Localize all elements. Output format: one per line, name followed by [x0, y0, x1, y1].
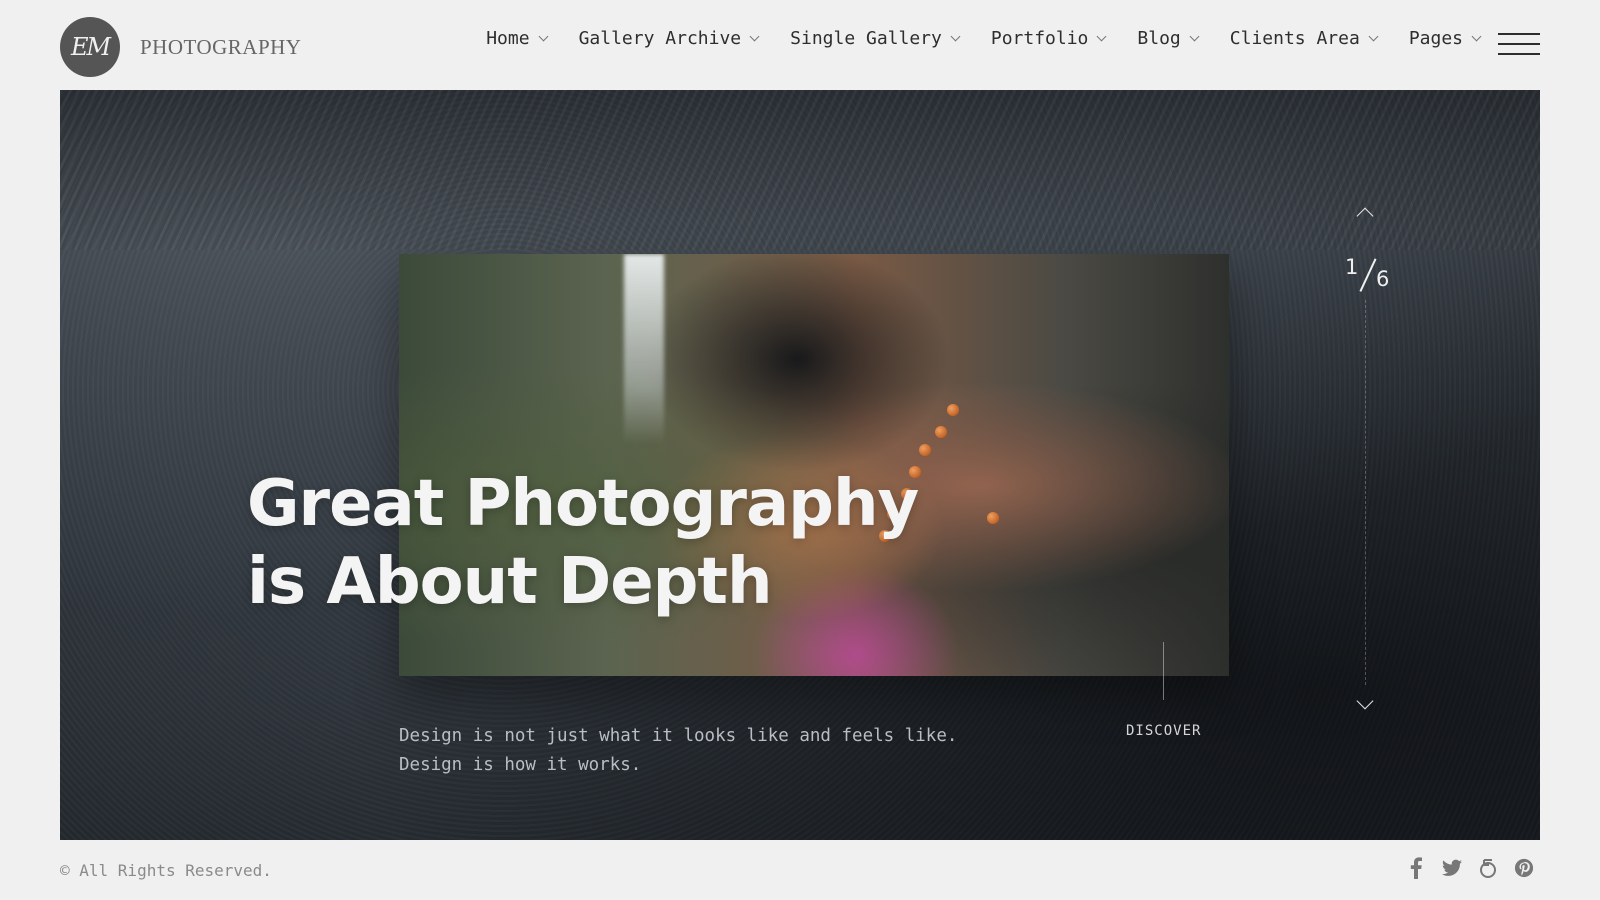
nav-item-clients-area[interactable]: Clients Area — [1229, 28, 1379, 49]
nav-label: Gallery Archive — [578, 28, 742, 49]
headline-line-2: is About Depth — [247, 545, 773, 619]
hero-headline: Great Photography is About Depth — [247, 465, 919, 621]
chevron-down-icon — [1189, 31, 1200, 42]
nav-item-gallery-archive[interactable]: Gallery Archive — [578, 28, 760, 49]
hero-background-texture — [60, 90, 1540, 250]
hero-tagline: Design is not just what it looks like an… — [399, 722, 957, 780]
chevron-down-icon[interactable] — [1356, 692, 1374, 710]
site-header: EM PHOTOGRAPHY Home Gallery Archive Sing… — [0, 0, 1600, 90]
nav-item-pages[interactable]: Pages — [1408, 28, 1482, 49]
pinterest-icon[interactable] — [1514, 857, 1534, 879]
footer-copyright: © All Rights Reserved. — [60, 861, 272, 880]
tagline-line-1: Design is not just what it looks like an… — [399, 726, 958, 746]
nav-label: Pages — [1408, 28, 1463, 49]
discover-divider — [1163, 642, 1164, 700]
hero-slider: Great Photography is About Depth Design … — [60, 90, 1540, 840]
nav-label: Single Gallery — [790, 28, 942, 49]
nav-label: Home — [486, 28, 530, 49]
chevron-down-icon — [538, 31, 549, 42]
nav-item-portfolio[interactable]: Portfolio — [990, 28, 1107, 49]
tagline-line-2: Design is how it works. — [399, 755, 642, 775]
discover-link[interactable]: DISCOVER — [1126, 723, 1201, 739]
logo-text: PHOTOGRAPHY — [140, 34, 302, 59]
waterfall-shape — [624, 254, 664, 444]
counter-slash — [1359, 258, 1377, 292]
chevron-down-icon — [1368, 31, 1379, 42]
nav-item-home[interactable]: Home — [486, 28, 549, 49]
slide-total: 6 — [1376, 267, 1390, 291]
facebook-icon[interactable] — [1406, 857, 1426, 879]
chevron-down-icon — [1471, 31, 1482, 42]
slide-counter: 1 6 — [1343, 253, 1393, 293]
slide-current: 1 — [1345, 255, 1359, 279]
nav-label: Blog — [1137, 28, 1181, 49]
hamburger-menu-icon[interactable] — [1498, 33, 1540, 57]
social-links — [1406, 857, 1534, 879]
500px-icon[interactable] — [1478, 857, 1498, 879]
nav-label: Clients Area — [1229, 28, 1360, 49]
site-logo[interactable]: EM PHOTOGRAPHY — [60, 17, 301, 77]
twitter-icon[interactable] — [1442, 857, 1462, 879]
chevron-down-icon — [749, 31, 760, 42]
headline-line-1: Great Photography — [247, 467, 919, 541]
nav-label: Portfolio — [990, 28, 1089, 49]
chevron-down-icon — [1096, 31, 1107, 42]
nav-item-single-gallery[interactable]: Single Gallery — [790, 28, 961, 49]
main-nav: Home Gallery Archive Single Gallery Port… — [486, 28, 1482, 49]
slide-progress-line — [1365, 300, 1366, 685]
nav-item-blog[interactable]: Blog — [1137, 28, 1200, 49]
chevron-down-icon — [950, 31, 961, 42]
logo-monogram: EM — [60, 17, 120, 77]
